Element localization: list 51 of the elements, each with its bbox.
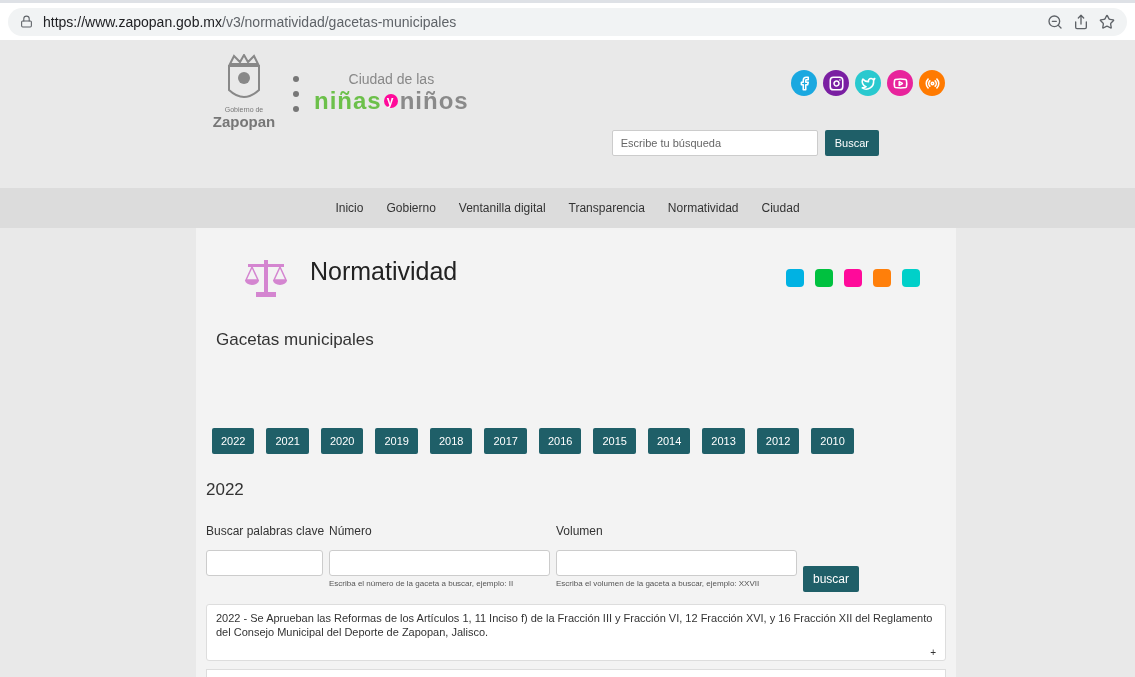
youtube-icon[interactable]	[887, 70, 913, 96]
campaign-word: niños	[399, 87, 469, 115]
year-button[interactable]: 2014	[647, 428, 691, 454]
year-button[interactable]: 2019	[375, 428, 418, 454]
share-icon[interactable]	[1073, 13, 1089, 30]
result-text: 2022 - Se Aprueban las Reformas de los Artículos 1, 11 Inciso f) de la Fracción III y Fracción VI, 12 Fracción XVI, y 16 Fracción XII del Reglamento del Consejo Municipal del Deporte de Zapopan, Jalisco.	[216, 611, 934, 639]
instagram-icon[interactable]	[823, 70, 849, 96]
year-button[interactable]: 2017	[484, 428, 527, 454]
page-title: Normatividad	[310, 256, 459, 287]
year-heading: 2022	[206, 480, 245, 500]
year-button[interactable]: 2022	[212, 428, 255, 454]
result-card[interactable]	[206, 604, 946, 661]
search-button[interactable]: Buscar	[824, 130, 879, 156]
address-bar[interactable]: https://www.zapopan.gob.mx/v3/normatividad/gacetas-municipales	[8, 7, 1127, 36]
lock-icon	[20, 15, 33, 28]
year-button[interactable]: 2015	[593, 428, 636, 454]
keywords-field[interactable]	[206, 550, 323, 576]
field-label: Buscar palabras clave	[206, 524, 323, 540]
year-button[interactable]: 2012	[756, 428, 800, 454]
campaign-word: y	[383, 94, 398, 108]
field-hint: Escriba el volumen de la gaceta a buscar, ejemplo: XXVII	[556, 579, 761, 588]
nav-link[interactable]: Ventanilla digital	[458, 201, 546, 215]
year-button[interactable]: 2013	[702, 428, 745, 454]
nav-link[interactable]: Normatividad	[667, 201, 739, 215]
zoom-out-icon[interactable]	[1047, 13, 1063, 30]
nav-link[interactable]: Inicio	[335, 201, 364, 215]
field-label: Número	[329, 524, 373, 540]
url-text: https://www.zapopan.gob.mx/v3/normatividad/gacetas-municipales	[43, 13, 458, 30]
year-button[interactable]: 2020	[320, 428, 364, 454]
radio-icon[interactable]	[919, 70, 945, 96]
star-icon[interactable]	[1099, 13, 1115, 30]
nav-link[interactable]: Transparencia	[568, 201, 645, 215]
field-hint: Escriba el número de la gaceta a buscar, ejemplo: II	[329, 579, 515, 588]
number-field[interactable]	[329, 550, 550, 576]
nav-link[interactable]: Gobierno	[386, 201, 436, 215]
field-label: Volumen	[556, 524, 604, 540]
campaign-caption: Ciudad de las	[348, 71, 435, 87]
year-button[interactable]: 2021	[266, 428, 309, 454]
dots-icon	[292, 74, 300, 114]
facebook-icon[interactable]	[791, 70, 817, 96]
search-field[interactable]: Escribe tu búsqueda	[611, 130, 818, 156]
year-button[interactable]: 2018	[429, 428, 473, 454]
year-button[interactable]: 2010	[811, 428, 854, 454]
nav-link[interactable]: Ciudad	[761, 201, 800, 215]
filter-search-button[interactable]: buscar	[803, 566, 860, 592]
expand-toggle[interactable]: +	[930, 647, 936, 658]
campaign-word: niñas	[314, 87, 382, 115]
logo-name: Zapopan	[212, 113, 276, 130]
year-button[interactable]: 2016	[538, 428, 582, 454]
section-subtitle: Gacetas municipales	[216, 330, 375, 350]
volume-field[interactable]	[556, 550, 797, 576]
